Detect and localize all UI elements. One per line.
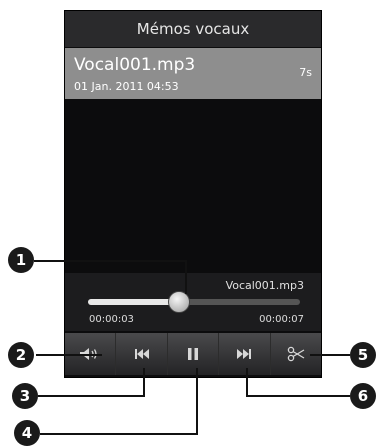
recording-duration: 7s [299,66,312,79]
progress-bar[interactable] [88,291,300,313]
next-button[interactable] [219,333,271,375]
callout-marker-2: 2 [8,342,34,368]
callout-marker-4: 4 [14,420,40,446]
recording-date: 01 Jan. 2011 04:53 [74,80,179,93]
callout-marker-6: 6 [350,383,376,409]
pause-icon [188,348,199,360]
callout-4-line [40,433,197,435]
callout-6-line-rise [246,368,248,397]
callout-3-line [38,395,144,397]
scissors-icon [287,346,305,362]
callout-4-line-rise [196,368,198,435]
phone-screen: Mémos vocaux Vocal001.mp3 01 Jan. 2011 0… [64,10,322,378]
app-title: Mémos vocaux [65,11,321,47]
callout-marker-3: 3 [12,383,38,409]
callout-3-line-rise [143,368,145,397]
previous-icon [134,349,149,359]
total-time: 00:00:07 [259,314,304,325]
player-panel: Vocal001.mp3 00:00:03 00:00:07 [65,273,321,331]
progress-handle[interactable] [168,291,191,313]
callout-2-line [36,354,102,356]
callout-marker-5: 5 [350,342,376,368]
callout-1-line [34,260,186,262]
pause-button[interactable] [168,333,220,375]
callout-1-line-drop [185,260,187,294]
progress-fill [88,299,180,305]
recording-list-item[interactable]: Vocal001.mp3 01 Jan. 2011 04:53 7s [65,48,321,99]
callout-6-line [246,395,350,397]
callout-marker-1: 1 [8,247,34,273]
elapsed-time: 00:00:03 [89,314,134,325]
next-icon [237,349,252,359]
callout-5-line [310,354,350,356]
recording-name: Vocal001.mp3 [74,55,196,75]
control-bar [65,333,321,375]
now-playing-label: Vocal001.mp3 [225,279,304,292]
